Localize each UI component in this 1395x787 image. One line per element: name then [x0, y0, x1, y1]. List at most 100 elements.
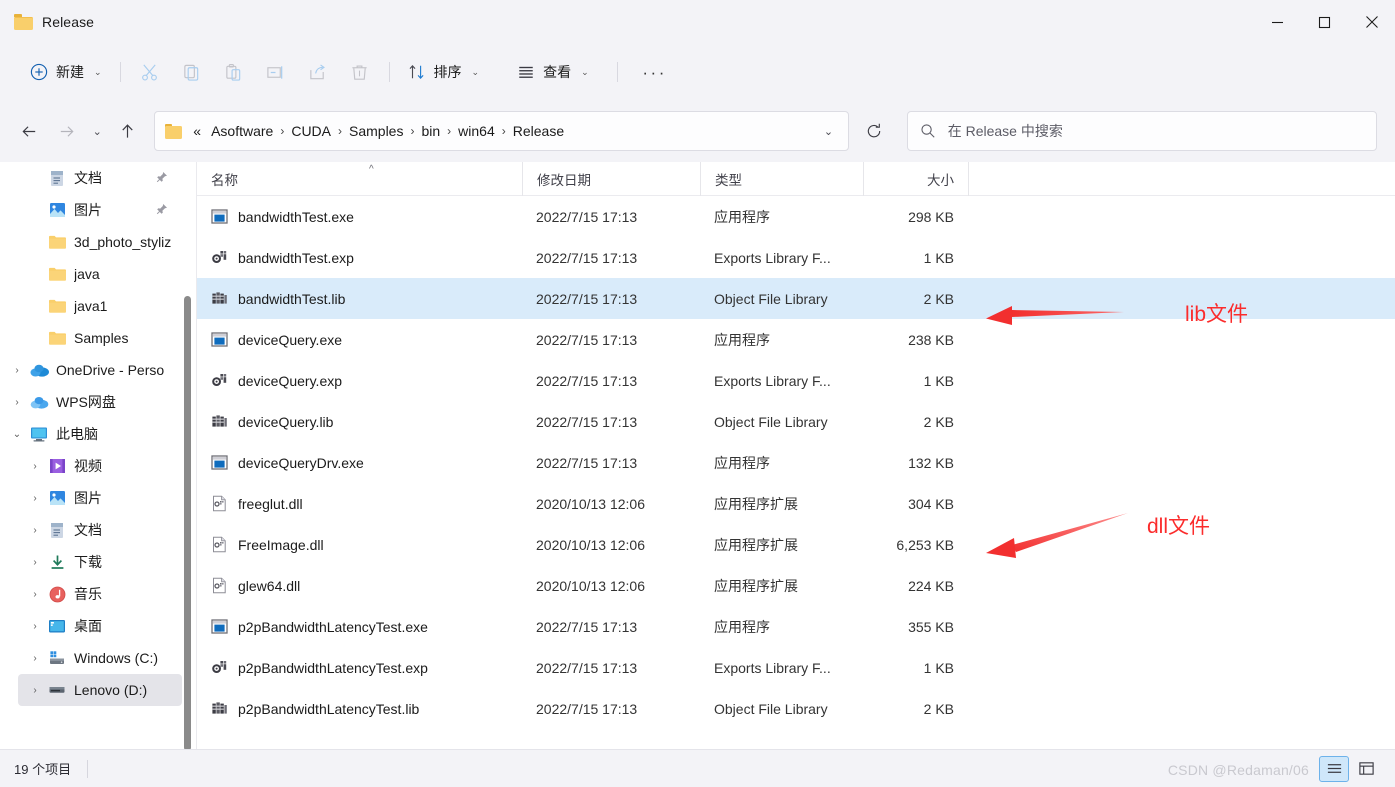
column-header-date[interactable]: 修改日期 — [522, 161, 700, 196]
chevron-right-icon[interactable]: › — [24, 493, 46, 504]
sidebar-item-13[interactable]: › 音乐 — [18, 578, 182, 610]
breadcrumb-item-4[interactable]: win64 — [453, 120, 500, 142]
share-button[interactable] — [297, 54, 339, 90]
sidebar-item-16[interactable]: › Lenovo (D:) — [18, 674, 182, 706]
sidebar-item-12[interactable]: › 下载 — [18, 546, 182, 578]
sidebar-item-label: 图片 — [74, 202, 102, 218]
breadcrumb-bar[interactable]: « Asoftware › CUDA › Samples › bin › win… — [154, 111, 850, 151]
file-type-cell: 应用程序 — [714, 454, 770, 471]
refresh-icon — [867, 123, 881, 138]
sidebar-item-14[interactable]: › 桌面 — [18, 610, 182, 642]
file-name-cell: p2pBandwidthLatencyTest.lib — [197, 700, 522, 717]
column-header-type[interactable]: 类型 — [700, 161, 863, 196]
item-count-label: 19 个项目 — [14, 762, 72, 777]
table-row[interactable]: FreeImage.dll 2020/10/13 12:06 应用程序扩展 6,253… — [197, 524, 1395, 565]
column-header-date-label: 修改日期 — [537, 172, 591, 188]
sidebar-item-7[interactable]: › WPS网盘 — [0, 386, 182, 418]
chevron-right-icon[interactable]: › — [24, 653, 46, 664]
folder-icon — [46, 298, 68, 314]
search-box[interactable]: 在 Release 中搜索 — [906, 111, 1377, 151]
folder-icon — [14, 14, 33, 30]
details-view-button[interactable] — [1319, 755, 1349, 782]
new-button[interactable]: 新建 ⌄ — [20, 54, 112, 90]
cut-button[interactable] — [129, 54, 171, 90]
chevron-right-icon[interactable]: › — [24, 685, 46, 696]
copy-icon — [184, 64, 199, 81]
back-button[interactable] — [13, 114, 46, 148]
chevron-right-icon[interactable]: › — [24, 557, 46, 568]
column-header-size[interactable]: 大小 — [863, 161, 968, 196]
chevron-right-icon[interactable]: › — [24, 621, 46, 632]
pin-icon[interactable] — [156, 203, 168, 218]
sidebar-item-15[interactable]: › Windows (C:) — [18, 642, 182, 674]
sort-ascending-icon: ^ — [369, 163, 374, 175]
chevron-right-icon[interactable]: › — [6, 397, 28, 408]
sort-icon — [409, 65, 424, 79]
close-button[interactable] — [1348, 0, 1395, 44]
table-row[interactable]: deviceQueryDrv.exe 2022/7/15 17:13 应用程序 132… — [197, 442, 1395, 483]
table-row[interactable]: p2pBandwidthLatencyTest.exp 2022/7/15 17:… — [197, 647, 1395, 688]
sidebar-item-0[interactable]: 文档 — [18, 162, 182, 194]
sort-button[interactable]: 排序 ⌄ — [398, 54, 490, 90]
search-input[interactable]: 在 Release 中搜索 — [948, 121, 1063, 141]
view-button[interactable]: 查看 ⌄ — [507, 54, 599, 90]
sidebar-item-9[interactable]: › 视频 — [18, 450, 182, 482]
file-size-cell: 2 KB — [923, 413, 954, 430]
breadcrumb-item-2[interactable]: Samples — [344, 120, 408, 142]
table-row[interactable]: deviceQuery.exp 2022/7/15 17:13 Exports Li… — [197, 360, 1395, 401]
pin-icon[interactable] — [156, 171, 168, 186]
file-name-cell: deviceQuery.exe — [197, 331, 522, 348]
file-name-cell: deviceQuery.lib — [197, 413, 522, 430]
breadcrumb-item-1[interactable]: CUDA — [286, 120, 336, 142]
chevron-right-icon[interactable]: › — [6, 365, 28, 376]
sidebar-item-label: java — [74, 266, 100, 282]
table-row[interactable]: p2pBandwidthLatencyTest.lib 2022/7/15 17:… — [197, 688, 1395, 729]
table-row[interactable]: bandwidthTest.exe 2022/7/15 17:13 应用程序 298 … — [197, 196, 1395, 237]
sidebar-item-8[interactable]: ⌄ 此电脑 — [0, 418, 182, 450]
sidebar-item-label: 音乐 — [74, 586, 102, 602]
forward-button[interactable] — [50, 114, 83, 148]
file-name-cell: p2pBandwidthLatencyTest.exe — [197, 618, 522, 635]
file-name-cell: bandwidthTest.exp — [197, 249, 522, 266]
large-icons-view-button[interactable] — [1351, 756, 1381, 782]
table-row[interactable]: glew64.dll 2020/10/13 12:06 应用程序扩展 224 KB — [197, 565, 1395, 606]
up-button[interactable] — [111, 114, 144, 148]
breadcrumb-item-0[interactable]: Asoftware — [206, 120, 278, 142]
file-date-cell: 2022/7/15 17:13 — [536, 618, 638, 635]
chevron-right-icon[interactable]: › — [24, 461, 46, 472]
recent-locations-button[interactable]: ⌄ — [86, 114, 109, 148]
copy-button[interactable] — [171, 54, 213, 90]
column-header-name[interactable]: 名称 ^ — [197, 162, 522, 196]
sidebar-item-10[interactable]: › 图片 — [18, 482, 182, 514]
delete-button[interactable] — [339, 54, 381, 90]
table-row[interactable]: deviceQuery.lib 2022/7/15 17:13 Object Fil… — [197, 401, 1395, 442]
sidebar-item-1[interactable]: 图片 — [18, 194, 182, 226]
table-row[interactable]: p2pBandwidthLatencyTest.exe 2022/7/15 17:… — [197, 606, 1395, 647]
breadcrumb-separator: › — [410, 124, 415, 138]
sidebar-item-6[interactable]: › OneDrive - Perso — [0, 354, 182, 386]
sidebar-item-4[interactable]: java1 — [18, 290, 182, 322]
chevron-down-icon[interactable]: ⌄ — [6, 429, 28, 440]
sidebar-item-5[interactable]: Samples — [18, 322, 182, 354]
rename-button[interactable] — [255, 54, 297, 90]
lib-file-icon — [211, 290, 228, 307]
sidebar-item-label: OneDrive - Perso — [56, 362, 165, 378]
chevron-right-icon[interactable]: › — [24, 589, 46, 600]
sidebar-item-3[interactable]: java — [18, 258, 182, 290]
breadcrumb-dropdown-button[interactable]: ⌄ — [814, 114, 842, 148]
paste-button[interactable] — [213, 54, 255, 90]
more-options-button[interactable]: ··· — [634, 54, 676, 90]
sidebar-scrollbar-thumb[interactable] — [184, 296, 191, 751]
table-row[interactable]: bandwidthTest.exp 2022/7/15 17:13 Exports … — [197, 237, 1395, 278]
table-row[interactable]: freeglut.dll 2020/10/13 12:06 应用程序扩展 304 KB — [197, 483, 1395, 524]
breadcrumb-item-5[interactable]: Release — [508, 120, 569, 142]
maximize-button[interactable] — [1301, 0, 1348, 44]
exe-file-icon — [211, 618, 228, 635]
sidebar-item-11[interactable]: › 文档 — [18, 514, 182, 546]
breadcrumb-prefix[interactable]: « — [188, 120, 206, 142]
sidebar-item-2[interactable]: 3d_photo_styliz — [18, 226, 182, 258]
refresh-button[interactable] — [857, 114, 890, 148]
chevron-right-icon[interactable]: › — [24, 525, 46, 536]
minimize-button[interactable] — [1254, 0, 1301, 44]
breadcrumb-item-3[interactable]: bin — [416, 120, 445, 142]
